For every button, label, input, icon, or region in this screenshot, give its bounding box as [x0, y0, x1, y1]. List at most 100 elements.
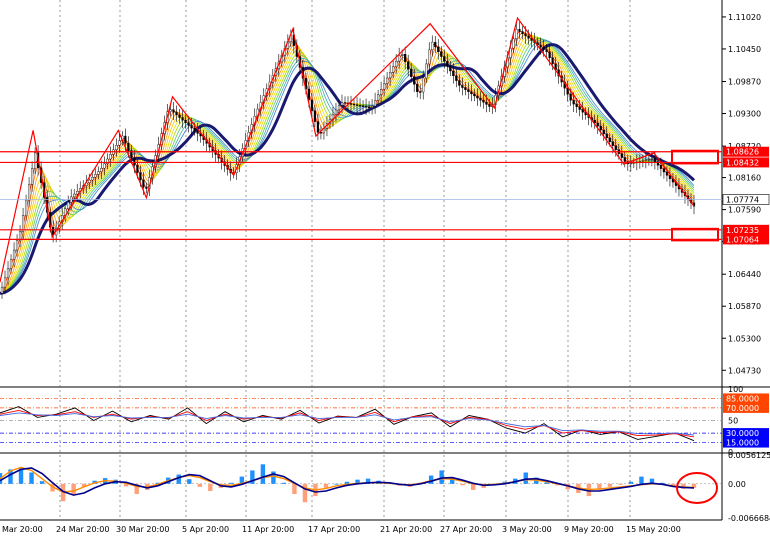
candle-body [437, 46, 440, 52]
candle-body [367, 106, 371, 108]
candle-body [169, 109, 172, 112]
rsi-level-label: 85.0000 [726, 394, 759, 403]
candle-body [187, 122, 190, 126]
candle-body [482, 100, 485, 103]
candle-body [608, 137, 611, 143]
macd-histogram-bar [176, 474, 181, 484]
candle-body [398, 55, 401, 62]
candle-body [572, 100, 575, 105]
candle-body [446, 61, 449, 67]
price-tag-label: 1.08626 [726, 148, 759, 157]
y-tick-label: 1.05300 [728, 334, 761, 343]
macd-histogram-bar [208, 483, 213, 491]
candle-body [449, 65, 452, 72]
trading-chart[interactable]: Mar 20:00 24 Mar 20:00 30 Mar 20:00 5 Apr 2… [0, 0, 770, 538]
candle-body [24, 199, 28, 216]
rsi-tick-label: 50 [728, 417, 738, 426]
x-tick-label: 9 May 20:00 [564, 525, 614, 534]
macd-histogram-bar [260, 464, 266, 484]
candle-body [419, 91, 422, 93]
macd-histogram-bar [460, 483, 465, 486]
candle-body [27, 184, 31, 201]
candle-body [641, 160, 644, 162]
chart-svg: Mar 20:00 24 Mar 20:00 30 Mar 20:00 5 Apr 2… [0, 0, 770, 538]
y-tick-label: 1.07590 [728, 206, 761, 215]
candle-body [12, 249, 16, 260]
candle-body [352, 103, 356, 106]
candle-body [319, 132, 323, 134]
candle-body [527, 35, 530, 39]
candle-body [569, 94, 572, 101]
y-tick-label: 1.05870 [728, 302, 761, 311]
candle-body [313, 110, 317, 122]
candle-body [410, 69, 413, 77]
candle-body [3, 277, 7, 288]
candle-body [196, 130, 199, 134]
candle-body [337, 105, 341, 111]
candle-body [181, 117, 184, 121]
candle-body [539, 44, 542, 48]
candle-body [602, 129, 605, 135]
candle-body [386, 77, 389, 84]
candle-body [470, 91, 473, 95]
candle-body [605, 133, 608, 139]
candle-body [623, 157, 626, 162]
candle-body [452, 70, 455, 77]
candle-body [665, 171, 669, 176]
x-tick-label: 3 May 20:00 [502, 525, 552, 534]
candle-body [659, 165, 663, 169]
macd-histogram-bar [292, 483, 297, 495]
candle-body [392, 66, 395, 73]
candle-body [644, 159, 647, 161]
macd-histogram-bar [639, 476, 644, 484]
candle-body [524, 33, 527, 37]
macd-tick-label: 0.00 [728, 480, 746, 489]
macd-tick-label: -0.0066684 [728, 514, 770, 523]
y-tick-label: 1.11020 [728, 13, 761, 22]
y-tick-label: 1.09870 [728, 78, 761, 87]
candle-body [124, 135, 127, 144]
macd-histogram-bar [281, 482, 287, 484]
candle-body [364, 106, 368, 108]
x-tick-label: 17 Apr 20:00 [308, 525, 360, 534]
candle-body [485, 102, 488, 105]
y-tick-label: 1.04730 [728, 366, 761, 375]
macd-histogram-bar [71, 483, 76, 496]
candle-body [521, 31, 524, 34]
candle-body [133, 157, 136, 166]
macd-tick-label: 0.0056125 [728, 451, 770, 460]
macd-histogram-bar [439, 470, 444, 484]
candle-body [94, 174, 97, 178]
candle-body [467, 89, 470, 92]
macd-histogram-bar [523, 472, 528, 484]
candle-body [109, 154, 112, 160]
candle-body [575, 103, 578, 108]
candle-body [629, 163, 632, 165]
candle-body [428, 49, 431, 65]
candle-body [440, 51, 443, 57]
candle-body [578, 106, 581, 110]
candle-body [76, 191, 79, 195]
current-price-label: 1.07774 [726, 195, 759, 204]
y-tick-label: 1.10450 [728, 45, 761, 54]
candle-body [190, 125, 193, 129]
candle-body [184, 120, 187, 124]
candle-body [395, 60, 398, 67]
candle-body [515, 29, 518, 39]
candle-body [118, 140, 121, 146]
macd-histogram-bar [323, 483, 329, 488]
candle-body [139, 172, 142, 181]
candle-body [373, 100, 377, 107]
candle-body [473, 93, 476, 97]
candle-body [175, 112, 178, 116]
candle-body [34, 152, 37, 169]
candle-body [581, 109, 584, 113]
candle-body [431, 41, 434, 51]
candle-body [0, 286, 4, 294]
candle-body [545, 49, 548, 52]
candle-body [91, 177, 94, 181]
candle-body [127, 143, 130, 151]
candle-body [479, 97, 482, 101]
candle-body [458, 80, 461, 86]
candle-body [548, 51, 551, 59]
